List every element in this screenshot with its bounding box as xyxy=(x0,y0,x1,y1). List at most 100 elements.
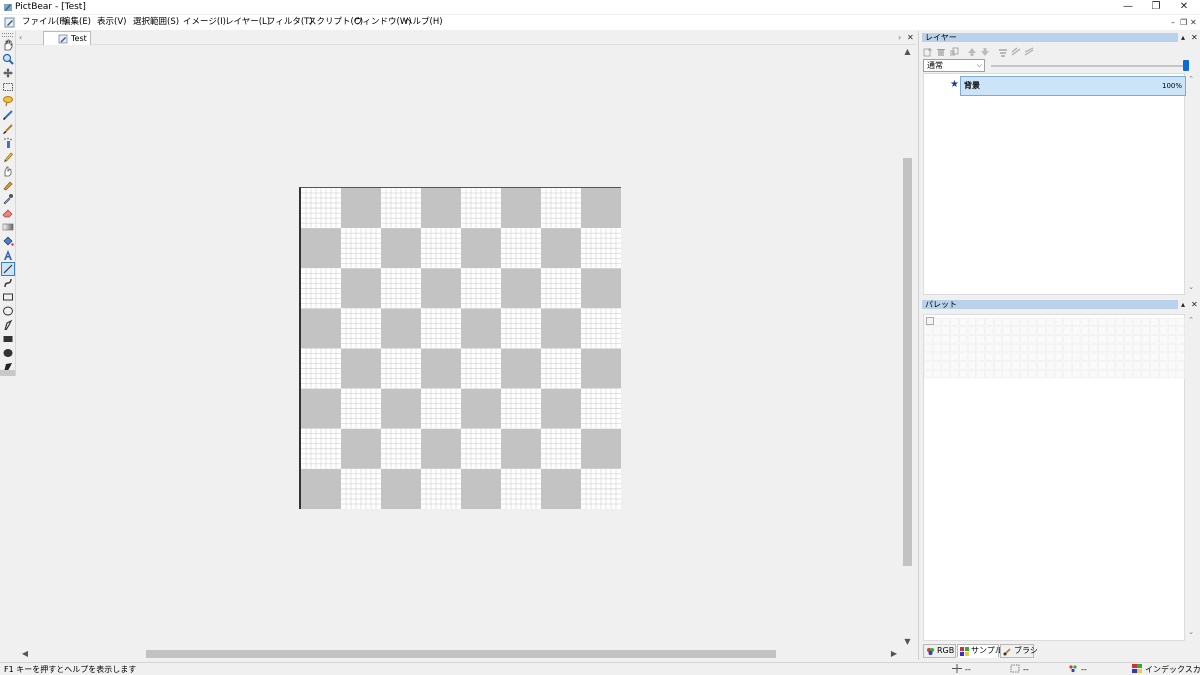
palette-swatch[interactable] xyxy=(1150,361,1159,370)
palette-swatch[interactable] xyxy=(1106,369,1116,379)
freeform-icon[interactable] xyxy=(2,319,14,331)
palette-swatch[interactable] xyxy=(1150,352,1159,361)
palette-swatch[interactable] xyxy=(1150,369,1159,379)
rect-select-icon[interactable] xyxy=(2,81,14,93)
palette-swatch[interactable] xyxy=(1133,335,1142,344)
palette-swatch[interactable] xyxy=(1019,361,1029,370)
curve-icon[interactable] xyxy=(2,277,14,289)
palette-pane-close-icon[interactable]: ✕ xyxy=(1191,300,1198,309)
palette-swatch[interactable] xyxy=(993,343,1003,353)
palette-swatch[interactable] xyxy=(1141,326,1150,335)
lasso-icon[interactable] xyxy=(2,95,14,107)
palette-swatch[interactable] xyxy=(1098,326,1107,335)
palette-swatch[interactable] xyxy=(1002,343,1011,353)
palette-swatch[interactable] xyxy=(1167,343,1177,353)
scroll-down-icon[interactable]: ⌄ xyxy=(1185,283,1197,291)
palette-swatch[interactable] xyxy=(1046,343,1055,353)
line-tool-icon[interactable] xyxy=(1,262,15,276)
palette-swatch[interactable] xyxy=(1115,326,1124,335)
palette-swatch[interactable] xyxy=(967,326,976,335)
palette-swatch[interactable] xyxy=(1106,317,1116,326)
palette-swatch[interactable] xyxy=(932,317,942,326)
palette-swatch[interactable] xyxy=(1176,335,1185,344)
scroll-up-icon[interactable]: ⌃ xyxy=(1185,316,1197,324)
palette-swatch[interactable] xyxy=(976,369,985,379)
palette-swatch[interactable] xyxy=(993,369,1003,379)
palette-scrollbar[interactable]: ⌃ ⌄ xyxy=(1185,314,1197,641)
palette-swatch[interactable] xyxy=(932,326,942,335)
move-icon[interactable] xyxy=(2,67,14,79)
palette-swatch[interactable] xyxy=(1089,361,1098,370)
palette-swatch[interactable] xyxy=(993,326,1003,335)
menu-image[interactable]: イメージ(I) xyxy=(183,17,226,28)
tab-brush[interactable]: ブラシ xyxy=(1000,644,1038,658)
palette-swatch[interactable] xyxy=(985,343,994,353)
palette-swatch[interactable] xyxy=(1080,335,1090,344)
palette-swatch[interactable] xyxy=(1176,352,1185,361)
palette-swatch[interactable] xyxy=(976,317,985,326)
ellipse-icon[interactable] xyxy=(2,305,14,317)
palette-swatch[interactable] xyxy=(1133,326,1142,335)
menu-window[interactable]: ウィンドウ(W) xyxy=(354,17,412,28)
palette-swatch[interactable] xyxy=(1046,326,1055,335)
palette-swatch[interactable] xyxy=(1133,352,1142,361)
palette-swatch[interactable] xyxy=(1037,335,1046,344)
palette-swatch[interactable] xyxy=(1063,335,1072,344)
palette-swatch[interactable] xyxy=(1046,352,1055,361)
palette-swatch[interactable] xyxy=(976,361,985,370)
palette-swatch[interactable] xyxy=(1028,352,1037,361)
palette-swatch[interactable] xyxy=(1124,352,1133,361)
spray-icon[interactable] xyxy=(2,137,14,149)
palette-swatch[interactable] xyxy=(1115,352,1124,361)
palette-swatch[interactable] xyxy=(1054,369,1063,379)
palette-swatch[interactable] xyxy=(941,343,950,353)
palette-swatch[interactable] xyxy=(1019,352,1029,361)
image-canvas[interactable] xyxy=(299,187,621,509)
palette-swatch[interactable] xyxy=(959,317,968,326)
palette-swatch[interactable] xyxy=(1072,352,1081,361)
layer-pane-close-icon[interactable]: ✕ xyxy=(1191,33,1198,42)
palette-swatch[interactable] xyxy=(967,352,976,361)
palette-swatch[interactable] xyxy=(932,361,942,370)
palette-swatch[interactable] xyxy=(993,361,1003,370)
palette-swatch[interactable] xyxy=(1150,317,1159,326)
tab-scroll-right[interactable]: › xyxy=(898,32,901,43)
palette-swatch[interactable] xyxy=(1063,326,1072,335)
document-close-button[interactable]: ✕ xyxy=(907,32,914,43)
palette-swatch[interactable] xyxy=(1141,369,1150,379)
palette-swatch[interactable] xyxy=(985,317,994,326)
palette-swatch[interactable] xyxy=(959,369,968,379)
palette-swatch[interactable] xyxy=(976,326,985,335)
palette-swatch[interactable] xyxy=(950,361,959,370)
palette-swatch[interactable] xyxy=(1054,326,1063,335)
canvas-vertical-scrollbar[interactable]: ▲ ▼ xyxy=(900,46,915,648)
palette-swatch[interactable] xyxy=(967,361,976,370)
palette-swatch[interactable] xyxy=(1072,343,1081,353)
palette-swatch[interactable] xyxy=(1019,335,1029,344)
hand-icon[interactable] xyxy=(2,39,14,51)
scroll-up-icon[interactable]: ▲ xyxy=(900,46,915,58)
palette-swatch[interactable] xyxy=(1080,369,1090,379)
palette-swatch[interactable] xyxy=(959,326,968,335)
flatten-icon[interactable] xyxy=(1024,47,1034,57)
palette-swatch[interactable] xyxy=(1037,361,1046,370)
palette-swatch[interactable] xyxy=(1072,361,1081,370)
palette-swatch[interactable] xyxy=(1063,369,1072,379)
palette-swatch[interactable] xyxy=(1054,335,1063,344)
palette-swatch[interactable] xyxy=(1046,317,1055,326)
palette-swatch[interactable] xyxy=(967,317,976,326)
palette-swatch[interactable] xyxy=(1072,335,1081,344)
palette-swatch[interactable] xyxy=(1176,326,1185,335)
canvas-horizontal-scrollbar[interactable]: ◀ ▶ xyxy=(19,648,900,660)
tab-scroll-left[interactable]: ‹ xyxy=(19,32,22,43)
palette-swatch[interactable] xyxy=(941,352,950,361)
text-icon[interactable] xyxy=(2,249,14,261)
merge-layer-icon[interactable] xyxy=(998,47,1008,57)
palette-swatch[interactable] xyxy=(1159,369,1168,379)
palette-swatch[interactable] xyxy=(1054,361,1063,370)
palette-swatch[interactable] xyxy=(985,369,994,379)
palette-swatch[interactable] xyxy=(924,343,933,353)
palette-swatch[interactable] xyxy=(1150,335,1159,344)
palette-swatch[interactable] xyxy=(1011,343,1020,353)
palette-swatch[interactable] xyxy=(924,326,933,335)
